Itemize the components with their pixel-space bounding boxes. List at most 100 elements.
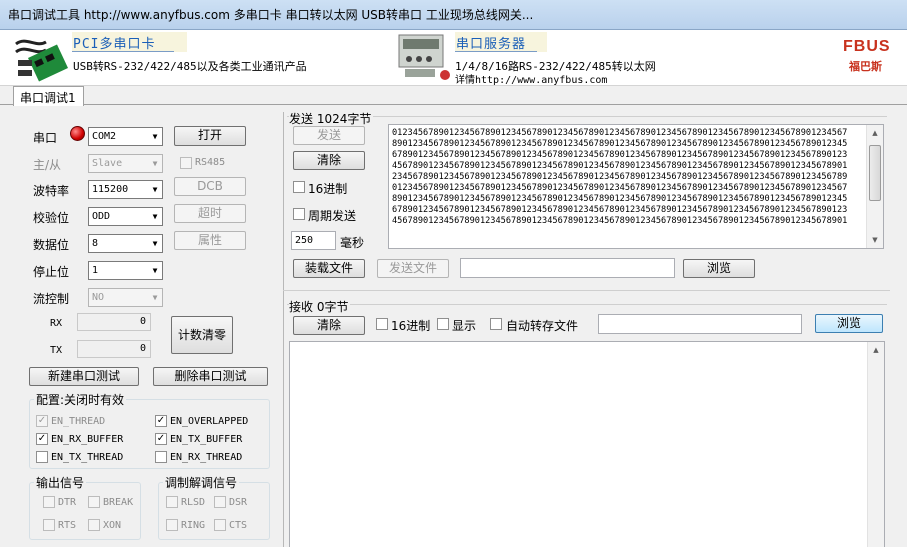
modem-signals-group: 调制解调信号 xyxy=(158,474,270,540)
stopbits-select[interactable]: 1 ▼ xyxy=(88,261,163,280)
serial-server-image xyxy=(398,34,450,80)
periodic-send-checkbox[interactable] xyxy=(293,208,305,220)
new-test-button[interactable]: 新建串口测试 xyxy=(29,367,139,386)
pci-card-title[interactable]: PCI多串口卡 xyxy=(73,33,155,52)
en-overlapped-checkbox[interactable]: ✓ xyxy=(155,415,167,427)
rs485-checkbox[interactable] xyxy=(180,157,192,169)
ad-banner: PCI多串口卡 USB转RS-232/422/485以及各类工业通讯产品 串口服… xyxy=(0,30,907,86)
dsr-checkbox[interactable] xyxy=(214,496,226,508)
receive-textarea[interactable]: ▲ xyxy=(289,341,885,547)
chevron-down-icon: ▼ xyxy=(152,212,158,221)
xon-checkbox[interactable] xyxy=(88,519,100,531)
scroll-up-icon[interactable]: ▲ xyxy=(868,342,884,358)
parity-select[interactable]: ODD ▼ xyxy=(88,207,163,226)
periodic-send-label: 周期发送 xyxy=(308,209,357,223)
serial-server-title[interactable]: 串口服务器 xyxy=(456,33,526,52)
send-textarea[interactable]: 0123456789012345678901234567890123456789… xyxy=(388,124,884,249)
receive-hex-label: 16进制 xyxy=(391,319,431,333)
master-slave-select[interactable]: Slave ▼ xyxy=(88,154,163,173)
break-checkbox[interactable] xyxy=(88,496,100,508)
en-thread-label: EN_THREAD xyxy=(51,416,106,427)
dtr-label: DTR xyxy=(58,497,77,508)
display-label: 显示 xyxy=(452,319,477,333)
en-thread-checkbox[interactable]: ✓ xyxy=(36,415,48,427)
send-hex-label: 16进制 xyxy=(308,182,348,196)
receive-hex-checkbox[interactable] xyxy=(376,318,388,330)
load-file-button[interactable]: 装载文件 xyxy=(293,259,365,278)
baud-select[interactable]: 115200 ▼ xyxy=(88,180,163,199)
rs485-label: RS485 xyxy=(195,157,226,168)
en-tx-thread-checkbox[interactable] xyxy=(36,451,48,463)
tx-label: TX xyxy=(50,345,63,356)
send-file-button[interactable]: 发送文件 xyxy=(377,259,449,278)
en-rx-thread-label: EN_RX_THREAD xyxy=(170,452,243,463)
receive-clear-button[interactable]: 清除 xyxy=(293,316,365,335)
rlsd-checkbox[interactable] xyxy=(166,496,178,508)
chevron-down-icon: ▼ xyxy=(152,132,158,141)
send-text: 0123456789012345678901234567890123456789… xyxy=(392,128,862,227)
autosave-checkbox[interactable] xyxy=(490,318,502,330)
baud-label: 波特率 xyxy=(33,184,70,198)
timeout-button[interactable]: 超时 xyxy=(174,204,246,223)
output-signals-title: 输出信号 xyxy=(34,474,87,491)
send-text-line: 2345678901234567890123456789012345678901… xyxy=(392,172,848,182)
en-overlapped-label: EN_OVERLAPPED xyxy=(170,416,249,427)
en-rx-buffer-checkbox[interactable]: ✓ xyxy=(36,433,48,445)
serial-server-link[interactable]: 详情http://www.anyfbus.com xyxy=(455,71,607,86)
rts-label: RTS xyxy=(58,520,77,531)
property-button[interactable]: 属性 xyxy=(174,231,246,250)
send-clear-button[interactable]: 清除 xyxy=(293,151,365,170)
break-label: BREAK xyxy=(103,497,134,508)
period-input[interactable]: 250 xyxy=(291,231,336,250)
databits-select[interactable]: 8 ▼ xyxy=(88,234,163,253)
chevron-down-icon: ▼ xyxy=(152,159,158,168)
clear-count-button[interactable]: 计数清零 xyxy=(171,316,233,354)
send-header: 发送 1024字节 xyxy=(289,110,374,127)
receive-header: 接收 0字节 xyxy=(289,298,351,315)
rts-checkbox[interactable] xyxy=(43,519,55,531)
send-hex-checkbox[interactable] xyxy=(293,181,305,193)
chevron-down-icon: ▼ xyxy=(152,185,158,194)
cts-label: CTS xyxy=(229,520,248,531)
chevron-down-icon: ▼ xyxy=(152,239,158,248)
receive-file-path[interactable] xyxy=(598,314,802,334)
modem-signals-title: 调制解调信号 xyxy=(163,474,240,491)
scroll-thumb[interactable] xyxy=(869,145,881,201)
chevron-down-icon: ▼ xyxy=(152,266,158,275)
delete-test-button[interactable]: 删除串口测试 xyxy=(153,367,268,386)
rlsd-label: RLSD xyxy=(181,497,206,508)
send-file-path[interactable] xyxy=(460,258,675,278)
dcb-button[interactable]: DCB xyxy=(174,177,246,196)
ms-label: 毫秒 xyxy=(340,236,365,250)
pci-card-description: USB转RS-232/422/485以及各类工业通讯产品 xyxy=(73,60,307,73)
fbus-logo-sub: 福巴斯 xyxy=(849,60,882,73)
en-tx-buffer-label: EN_TX_BUFFER xyxy=(170,434,243,445)
send-button[interactable]: 发送 xyxy=(293,126,365,145)
send-text-line: 0123456789012345678901234567890123456789… xyxy=(392,128,848,138)
receive-browse-button[interactable]: 浏览 xyxy=(815,314,883,333)
en-tx-buffer-checkbox[interactable]: ✓ xyxy=(155,433,167,445)
send-browse-button[interactable]: 浏览 xyxy=(683,259,755,278)
databits-label: 数据位 xyxy=(33,238,70,252)
tab-serial-test-1[interactable]: 串口调试1 xyxy=(13,86,84,106)
flow-label: 流控制 xyxy=(33,292,70,306)
window-title-bar: 串口调试工具 http://www.anyfbus.com 多串口卡 串口转以太… xyxy=(0,0,907,30)
parity-label: 校验位 xyxy=(33,211,70,225)
dtr-checkbox[interactable] xyxy=(43,496,55,508)
send-text-line: 8901234567890123456789012345678901234567… xyxy=(392,139,848,149)
en-rx-thread-checkbox[interactable] xyxy=(155,451,167,463)
receive-scrollbar[interactable]: ▲ xyxy=(867,342,884,547)
flow-select[interactable]: NO ▼ xyxy=(88,288,163,307)
cts-checkbox[interactable] xyxy=(214,519,226,531)
output-signals-group: 输出信号 xyxy=(29,474,141,540)
display-checkbox[interactable] xyxy=(437,318,449,330)
scroll-down-icon[interactable]: ▼ xyxy=(867,232,883,248)
send-scrollbar[interactable]: ▲ ▼ xyxy=(866,125,883,248)
scroll-up-icon[interactable]: ▲ xyxy=(867,125,883,141)
port-select[interactable]: COM2 ▼ xyxy=(88,127,163,146)
send-text-line: 8901234567890123456789012345678901234567… xyxy=(392,194,848,204)
port-label: 串口 xyxy=(33,131,58,145)
send-text-line: 0123456789012345678901234567890123456789… xyxy=(392,183,848,193)
ring-checkbox[interactable] xyxy=(166,519,178,531)
open-button[interactable]: 打开 xyxy=(174,126,246,146)
